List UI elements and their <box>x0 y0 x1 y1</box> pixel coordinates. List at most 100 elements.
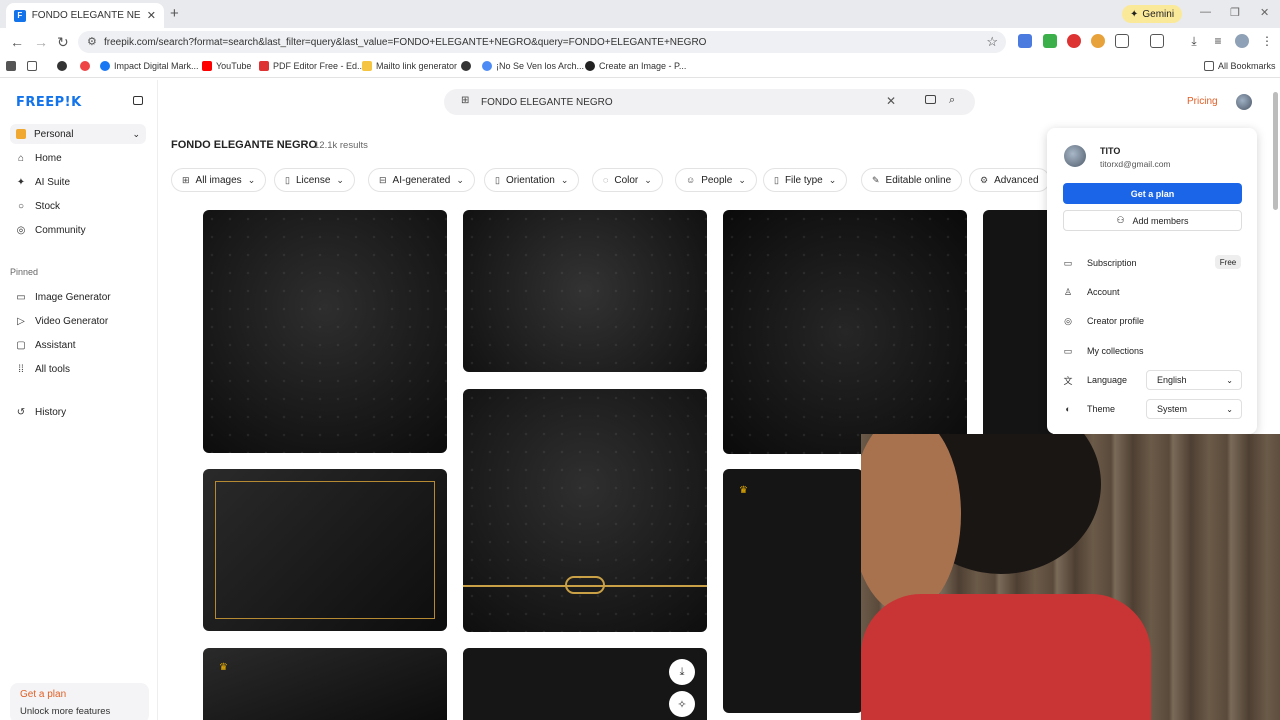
bookmark-globe-2-icon[interactable] <box>461 61 471 71</box>
window-close-icon[interactable]: ✕ <box>1260 6 1269 19</box>
reload-icon[interactable]: ↻ <box>57 34 69 51</box>
nav-video-generator[interactable]: ▷ Video Generator <box>16 313 108 329</box>
nav-video-generator-label: Video Generator <box>35 315 109 327</box>
search-bar[interactable]: ⊞ FONDO ELEGANTE NEGRO ✕ ⌕ <box>444 89 975 115</box>
nav-history[interactable]: ↺ History <box>16 404 66 420</box>
menu-my-collections[interactable]: ▭ My collections <box>1063 344 1243 358</box>
filter-ai-generated[interactable]: ⊟ AI-generated ⌄ <box>368 168 475 192</box>
grid-icon[interactable] <box>27 61 37 71</box>
globe-icon: ◎ <box>16 224 26 236</box>
bookmark-create-image[interactable]: Create an Image - P... <box>585 61 686 71</box>
language-select[interactable]: English ⌄ <box>1146 370 1242 390</box>
user-avatar[interactable] <box>1236 94 1252 110</box>
nav-home[interactable]: ⌂ Home <box>16 150 62 166</box>
filter-file-type[interactable]: ▯ File type ⌄ <box>763 168 848 192</box>
filter-people[interactable]: ☺ People ⌄ <box>675 168 757 192</box>
freepik-logo[interactable]: FREEP!K <box>16 95 82 110</box>
pen-extension-icon[interactable] <box>1043 34 1057 48</box>
filter-orientation[interactable]: ▯ Orientation ⌄ <box>484 168 580 192</box>
site-settings-icon[interactable]: ⚙ <box>87 35 97 48</box>
translate-extension-icon[interactable] <box>1018 34 1032 48</box>
result-image[interactable]: ♛ <box>723 469 863 713</box>
apps-icon[interactable] <box>6 61 16 71</box>
filter-color-label: Color <box>614 174 639 186</box>
result-image[interactable] <box>203 469 447 631</box>
filter-color[interactable]: ◌ Color ⌄ <box>592 168 663 192</box>
bookmark-star-icon[interactable]: ☆ <box>986 34 998 50</box>
result-image[interactable]: ⤓ ✧ <box>463 648 707 720</box>
bookmark-pdf-editor[interactable]: PDF Editor Free - Ed... <box>259 61 365 71</box>
filter-license-label: License <box>295 174 331 186</box>
result-image[interactable] <box>203 210 447 453</box>
search-input[interactable]: FONDO ELEGANTE NEGRO <box>481 97 613 108</box>
back-icon[interactable]: ← <box>10 34 24 50</box>
add-members-button[interactable]: ⚇ Add members <box>1063 210 1242 231</box>
new-tab-button[interactable]: + <box>170 5 179 22</box>
profile-avatar-icon[interactable] <box>1235 34 1249 48</box>
upgrade-plan-card[interactable]: Get a plan Unlock more features <box>10 683 149 720</box>
search-submit-icon[interactable]: ⌕ <box>949 94 955 107</box>
browser-tab-active[interactable]: F FONDO ELEGANTE NEGRO vec ✕ <box>6 3 164 28</box>
tab-close-icon[interactable]: ✕ <box>147 9 156 22</box>
theme-select[interactable]: System ⌄ <box>1146 399 1242 419</box>
globe-icon: ◎ <box>1064 315 1072 326</box>
menu-account[interactable]: ♙ Account <box>1063 285 1243 299</box>
nav-image-generator[interactable]: ▭ Image Generator <box>16 289 110 305</box>
bookmark-impact[interactable]: Impact Digital Mark... <box>100 61 199 71</box>
workspace-selector[interactable]: Personal ⌄ <box>10 124 146 144</box>
result-image[interactable]: ♛ <box>203 648 447 720</box>
bookmark-mailto[interactable]: Mailto link generator <box>362 61 457 71</box>
extensions-puzzle-icon[interactable] <box>1115 34 1129 48</box>
search-icon: ○ <box>17 200 25 212</box>
nav-all-tools[interactable]: ⁞⁞ All tools <box>16 361 70 377</box>
restore-icon[interactable]: ❐ <box>1230 6 1240 19</box>
grid-icon: ⊞ <box>182 174 190 185</box>
bookmark-youtube[interactable]: YouTube <box>202 61 251 71</box>
translate-icon: 文 <box>1063 375 1073 386</box>
bookmark-pin-icon[interactable] <box>80 61 90 71</box>
edit-ai-icon[interactable]: ✧ <box>669 691 695 717</box>
collapse-sidebar-icon[interactable] <box>133 96 143 105</box>
result-image[interactable] <box>463 210 707 372</box>
extension-orange-icon[interactable] <box>1091 34 1105 48</box>
search-type-icon[interactable]: ⊞ <box>461 95 469 106</box>
nav-stock[interactable]: ○ Stock <box>16 198 60 214</box>
nav-assistant[interactable]: ▢ Assistant <box>16 337 75 353</box>
result-image[interactable] <box>463 389 707 632</box>
all-bookmarks[interactable]: All Bookmarks <box>1204 61 1276 71</box>
camera-search-icon[interactable] <box>925 95 936 104</box>
menu-account-label: Account <box>1087 287 1120 297</box>
forward-icon[interactable]: → <box>34 34 48 50</box>
pricing-link[interactable]: Pricing <box>1187 96 1218 107</box>
address-bar[interactable]: ⚙ freepik.com/search?format=search&last_… <box>78 31 1006 53</box>
result-image[interactable] <box>983 210 1053 440</box>
menu-creator-profile[interactable]: ◎ Creator profile <box>1063 314 1243 328</box>
page-scrollbar[interactable] <box>1271 80 1280 220</box>
chevron-down-icon: ⌄ <box>738 174 746 185</box>
gemini-button[interactable]: ✦ Gemini <box>1122 5 1183 23</box>
media-icon[interactable]: ≡ <box>1211 34 1225 48</box>
image-icon: ▭ <box>16 291 26 303</box>
filter-license[interactable]: ▯ License ⌄ <box>274 168 355 192</box>
filter-all-images[interactable]: ⊞ All images ⌄ <box>171 168 267 192</box>
bookmark-globe-icon[interactable] <box>57 61 67 71</box>
bookmarks-bar: Impact Digital Mark... YouTube PDF Edito… <box>0 56 1280 78</box>
nav-ai-suite[interactable]: ✦ AI Suite <box>16 174 70 190</box>
account-name: TITO <box>1100 146 1121 156</box>
filter-advanced[interactable]: ⚙ Advanced <box>969 168 1050 192</box>
clear-search-icon[interactable]: ✕ <box>886 94 896 108</box>
minimize-icon[interactable]: — <box>1200 6 1211 18</box>
download-icon[interactable]: ⤓ <box>1187 34 1201 48</box>
nav-community[interactable]: ◎ Community <box>16 222 86 238</box>
filter-editable-online[interactable]: ✎ Editable online <box>861 168 963 192</box>
result-image[interactable] <box>723 210 967 454</box>
browser-menu-icon[interactable]: ⋮ <box>1260 34 1274 48</box>
download-icon[interactable]: ⤓ <box>669 659 695 685</box>
extension-badge-icon[interactable] <box>1067 34 1081 48</box>
workspace-label: Personal <box>34 128 74 140</box>
bookmark-archivos[interactable]: ¡No Se Ven los Arch... <box>482 61 584 71</box>
chevron-down-icon: ⌄ <box>828 174 837 185</box>
subscription-badge: Free <box>1215 255 1241 269</box>
sidepanel-icon[interactable] <box>1150 34 1164 48</box>
get-plan-button[interactable]: Get a plan <box>1063 183 1242 204</box>
